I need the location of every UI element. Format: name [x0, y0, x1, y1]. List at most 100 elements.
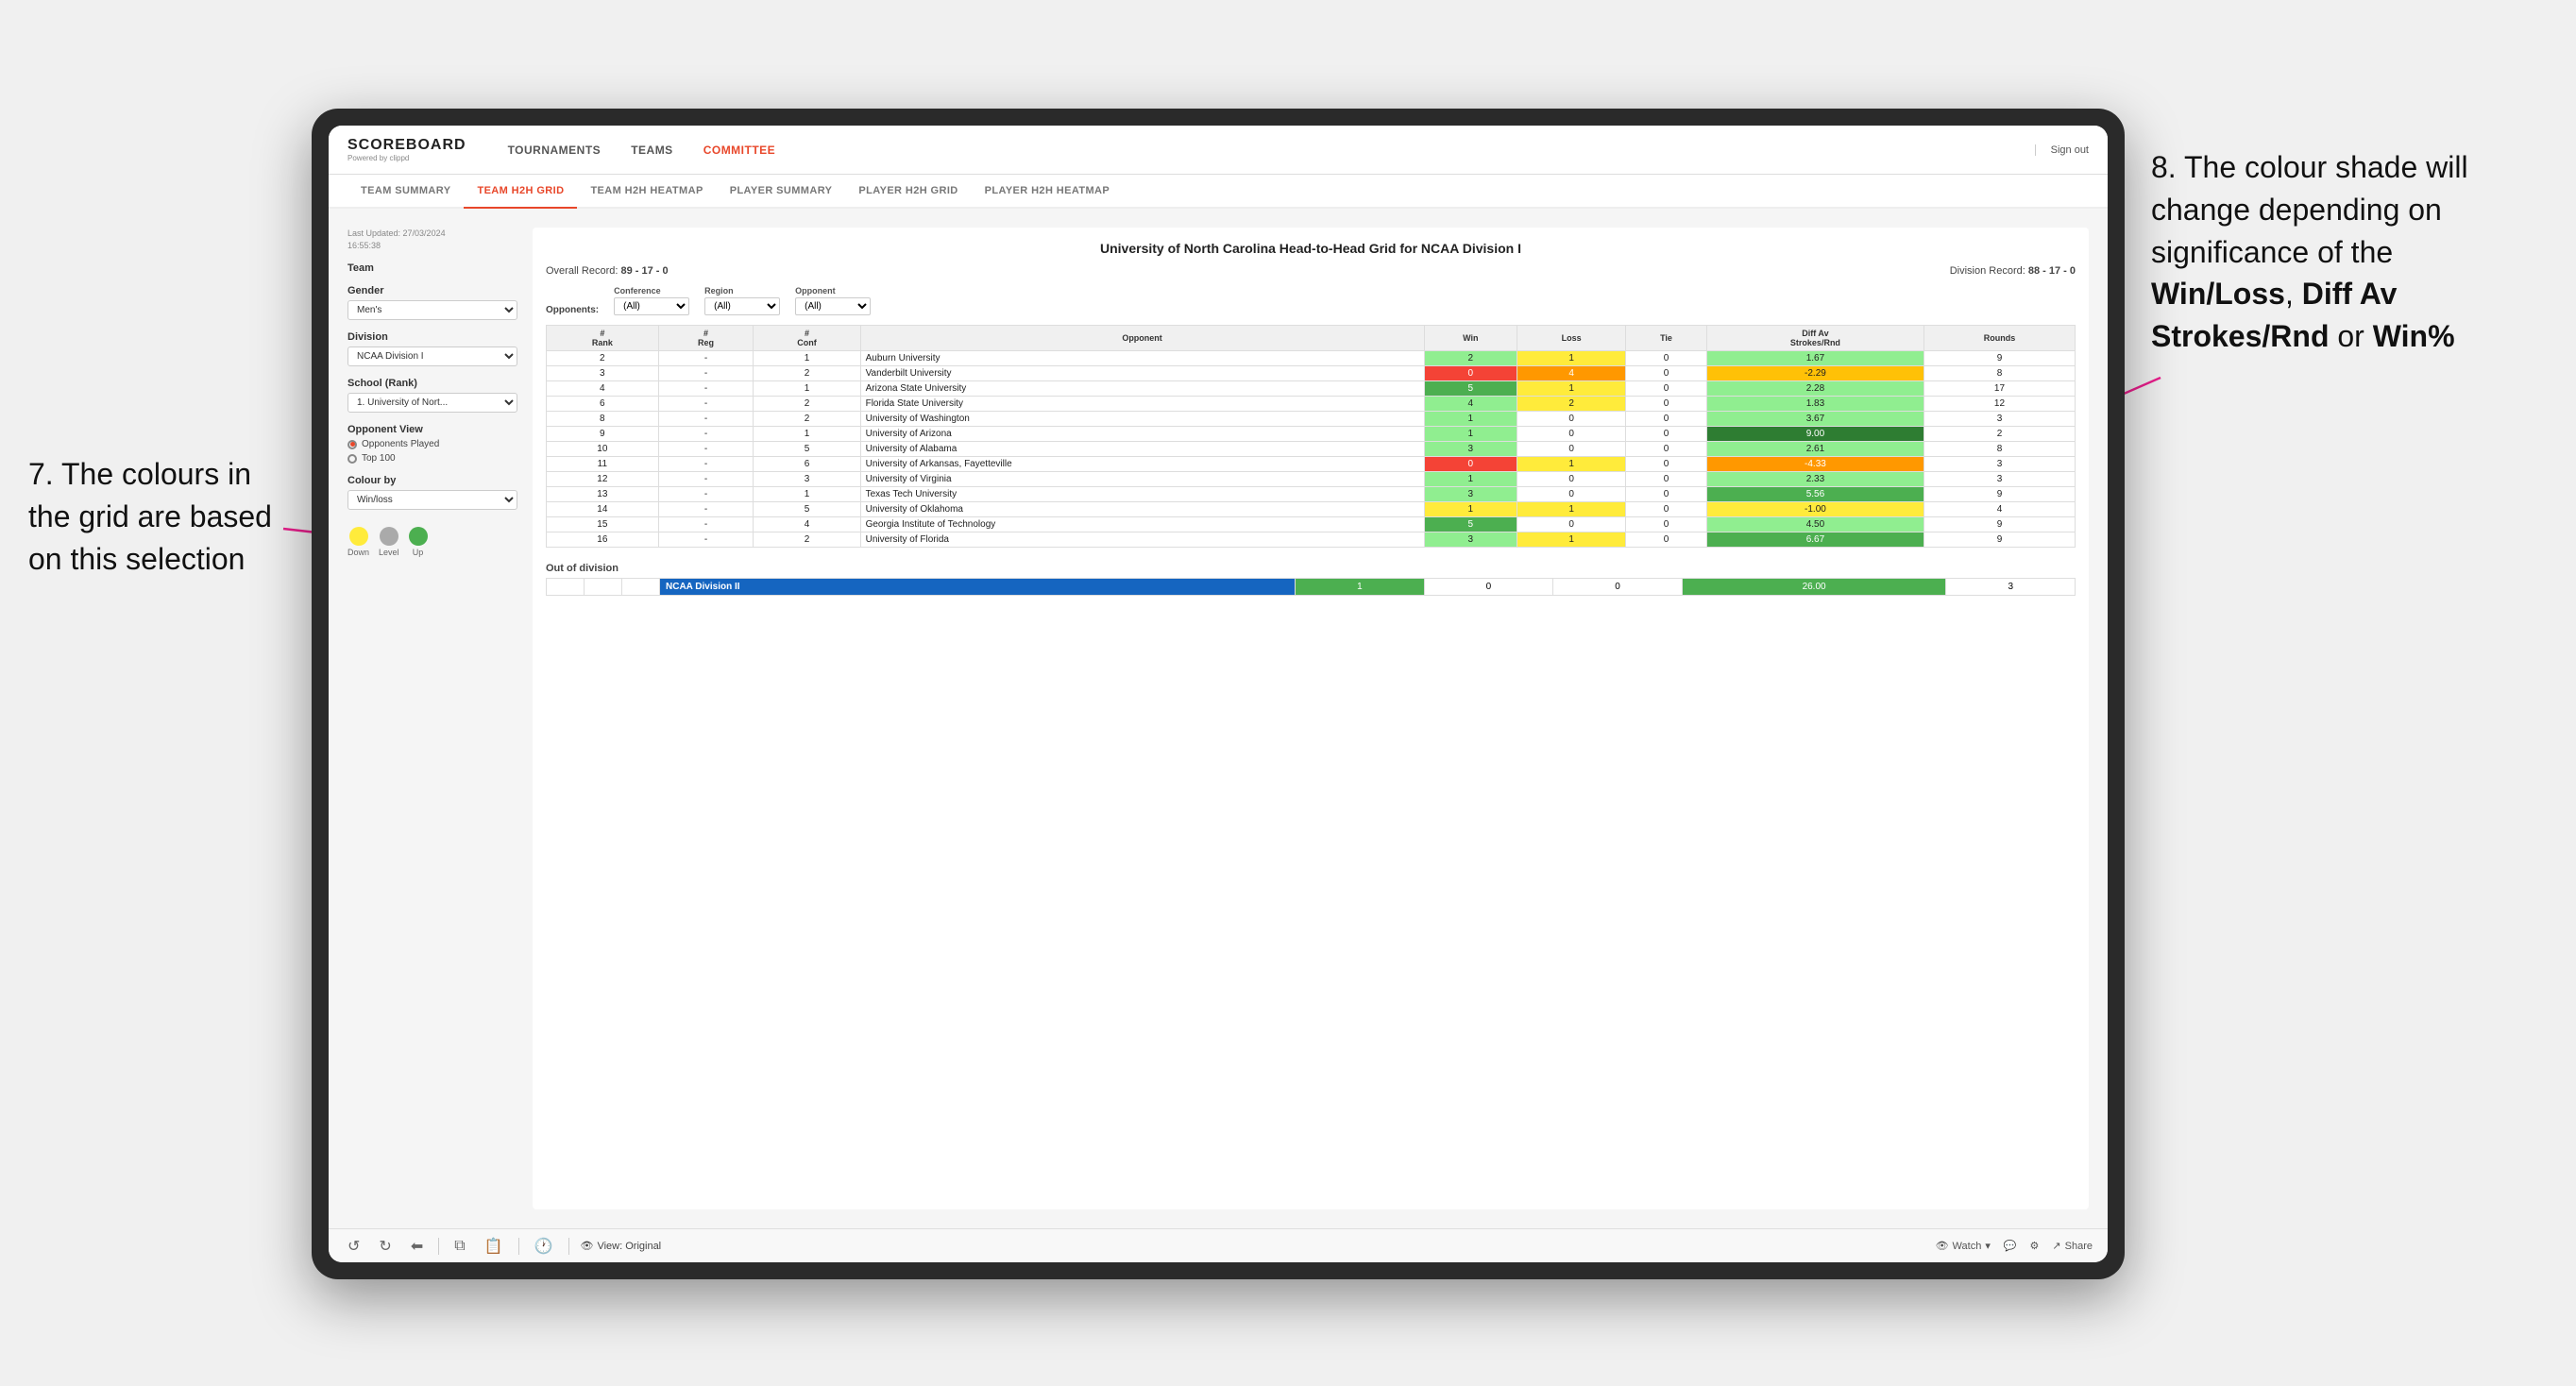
cell-loss: 1 [1517, 502, 1626, 517]
comment-btn[interactable]: 💬 [2004, 1240, 2017, 1252]
division-label: Division [347, 331, 517, 343]
region-select[interactable]: (All) [704, 297, 780, 315]
cell-conf: 2 [754, 366, 860, 381]
cell-tie: 0 [1626, 366, 1707, 381]
school-label: School (Rank) [347, 378, 517, 389]
paste-btn[interactable]: 📋 [481, 1235, 507, 1258]
cell-rounds: 17 [1924, 381, 2075, 397]
cell-opponent: Georgia Institute of Technology [860, 517, 1424, 532]
school-select[interactable]: 1. University of Nort... [347, 393, 517, 413]
gender-section: Gender Men's [347, 285, 517, 320]
watch-btn[interactable]: 👁 Watch ▾ [1936, 1240, 1991, 1252]
out-div-diff: 26.00 [1682, 579, 1946, 596]
colour-by-select[interactable]: Win/loss [347, 490, 517, 510]
cell-win: 3 [1424, 532, 1517, 548]
nav-teams[interactable]: TEAMS [618, 138, 686, 162]
settings-btn[interactable]: ⚙ [2030, 1240, 2040, 1252]
subnav-player-summary[interactable]: PLAYER SUMMARY [717, 175, 846, 209]
out-div-empty1 [547, 579, 585, 596]
out-of-division: Out of division NCAA Division II 1 0 0 2… [546, 563, 2076, 596]
cell-opponent: Texas Tech University [860, 487, 1424, 502]
cell-win: 0 [1424, 457, 1517, 472]
out-of-div-table: NCAA Division II 1 0 0 26.00 3 [546, 578, 2076, 596]
cell-reg: - [658, 517, 754, 532]
table-row: 10 - 5 University of Alabama 3 0 0 2.61 … [547, 442, 2076, 457]
cell-conf: 4 [754, 517, 860, 532]
sub-nav: TEAM SUMMARY TEAM H2H GRID TEAM H2H HEAT… [329, 175, 2108, 209]
nav-tournaments[interactable]: TOURNAMENTS [495, 138, 615, 162]
cell-conf: 2 [754, 412, 860, 427]
cell-conf: 3 [754, 472, 860, 487]
cell-diff: 9.00 [1706, 427, 1924, 442]
cell-win: 0 [1424, 366, 1517, 381]
cell-rank: 6 [547, 397, 659, 412]
division-record: Division Record: 88 - 17 - 0 [1950, 265, 2076, 277]
back-btn[interactable]: ⬅ [407, 1235, 427, 1258]
table-row: 15 - 4 Georgia Institute of Technology 5… [547, 517, 2076, 532]
cell-reg: - [658, 457, 754, 472]
cell-loss: 1 [1517, 532, 1626, 548]
cell-conf: 5 [754, 502, 860, 517]
cell-diff: -2.29 [1706, 366, 1924, 381]
redo-btn[interactable]: ↻ [375, 1235, 395, 1258]
out-div-tie: 0 [1553, 579, 1683, 596]
cell-rank: 15 [547, 517, 659, 532]
cell-conf: 1 [754, 427, 860, 442]
cell-win: 4 [1424, 397, 1517, 412]
cell-tie: 0 [1626, 457, 1707, 472]
cell-tie: 0 [1626, 381, 1707, 397]
cell-win: 5 [1424, 381, 1517, 397]
cell-rank: 9 [547, 427, 659, 442]
conference-select[interactable]: (All) [614, 297, 689, 315]
nav-links: TOURNAMENTS TEAMS COMMITTEE [495, 138, 2035, 162]
subnav-team-summary[interactable]: TEAM SUMMARY [347, 175, 464, 209]
division-select[interactable]: NCAA Division I [347, 346, 517, 366]
cell-reg: - [658, 532, 754, 548]
cell-rank: 16 [547, 532, 659, 548]
subnav-player-h2h-heatmap[interactable]: PLAYER H2H HEATMAP [972, 175, 1124, 209]
legend-dot-up [409, 527, 428, 546]
out-of-division-label: Out of division [546, 563, 2076, 574]
radio-top100[interactable]: Top 100 [347, 453, 517, 464]
cell-rank: 12 [547, 472, 659, 487]
subnav-player-h2h-grid[interactable]: PLAYER H2H GRID [845, 175, 971, 209]
nav-committee[interactable]: COMMITTEE [690, 138, 789, 162]
view-original[interactable]: 👁 View: Original [581, 1240, 662, 1252]
gender-select[interactable]: Men's [347, 300, 517, 320]
logo-text: SCOREBOARD [347, 137, 466, 154]
subnav-team-h2h-grid[interactable]: TEAM H2H GRID [464, 175, 577, 209]
toolbar-divider3 [568, 1238, 569, 1255]
logo-area: SCOREBOARD Powered by clippd [347, 137, 466, 162]
share-btn[interactable]: ↗ Share [2052, 1240, 2093, 1252]
annotation-right-text: The colour shade will change depending o… [2151, 150, 2468, 269]
legend-dot-down [349, 527, 368, 546]
cell-opponent: University of Washington [860, 412, 1424, 427]
copy-btn[interactable]: ⧉ [450, 1236, 468, 1257]
subnav-team-h2h-heatmap[interactable]: TEAM H2H HEATMAP [577, 175, 716, 209]
clock-btn[interactable]: 🕐 [531, 1235, 557, 1258]
cell-rounds: 8 [1924, 366, 2075, 381]
th-diff: Diff AvStrokes/Rnd [1706, 326, 1924, 351]
cell-conf: 1 [754, 487, 860, 502]
cell-diff: 2.61 [1706, 442, 1924, 457]
bottom-toolbar: ↺ ↻ ⬅ ⧉ 📋 🕐 👁 View: Original 👁 Watch ▾ 💬 [329, 1228, 2108, 1262]
cell-diff: 3.67 [1706, 412, 1924, 427]
cell-diff: 1.67 [1706, 351, 1924, 366]
out-div-win: 1 [1296, 579, 1425, 596]
opponent-select[interactable]: (All) [795, 297, 871, 315]
radio-opponents-played[interactable]: Opponents Played [347, 439, 517, 449]
sign-out-link[interactable]: Sign out [2035, 144, 2089, 156]
undo-btn[interactable]: ↺ [344, 1235, 364, 1258]
team-section: Team [347, 262, 517, 274]
table-row: 11 - 6 University of Arkansas, Fayettevi… [547, 457, 2076, 472]
table-row: 4 - 1 Arizona State University 5 1 0 2.2… [547, 381, 2076, 397]
cell-reg: - [658, 397, 754, 412]
cell-loss: 4 [1517, 366, 1626, 381]
cell-rank: 13 [547, 487, 659, 502]
legend-up: Up [409, 527, 428, 557]
cell-tie: 0 [1626, 442, 1707, 457]
tablet-screen: SCOREBOARD Powered by clippd TOURNAMENTS… [329, 126, 2108, 1262]
opponent-view-label: Opponent View [347, 424, 517, 435]
table-row: 8 - 2 University of Washington 1 0 0 3.6… [547, 412, 2076, 427]
cell-tie: 0 [1626, 532, 1707, 548]
